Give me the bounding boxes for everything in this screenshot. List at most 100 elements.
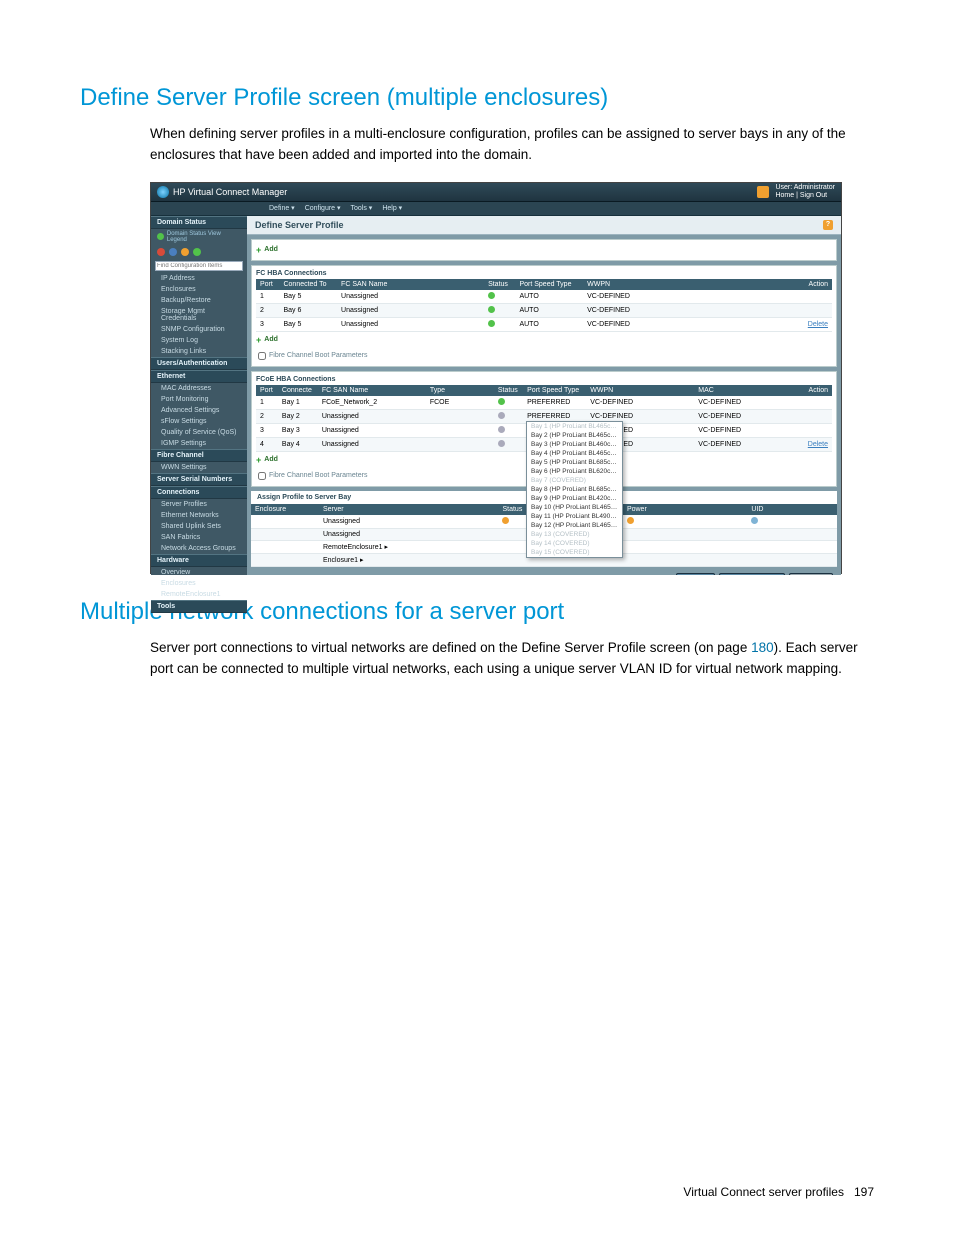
sidebar: Domain Status Domain Status View Legend …	[151, 216, 247, 575]
dropdown-option[interactable]: Bay 3 (HP ProLiant BL460c G7)	[527, 440, 622, 449]
user-info: User: Administrator Home | Sign Out	[775, 184, 835, 199]
fc-hba-title: FC HBA Connections	[256, 268, 832, 279]
sidebar-section-tools[interactable]: Tools	[151, 600, 247, 613]
sidebar-domain-status[interactable]: Domain Status	[151, 216, 247, 229]
sidebar-item[interactable]: Quality of Service (QoS)	[151, 427, 247, 438]
app-title: HP Virtual Connect Manager	[173, 187, 287, 197]
menu-help[interactable]: Help ▾	[382, 204, 402, 212]
dropdown-option[interactable]: Bay 9 (HP ProLiant BL420c Gen8)	[527, 494, 622, 503]
menu-configure[interactable]: Configure ▾	[305, 204, 341, 212]
dropdown-option[interactable]: Bay 10 (HP ProLiant BL465c Gen8)	[527, 503, 622, 512]
server-bay-dropdown[interactable]: Bay 1 (HP ProLiant BL465c Gen8)Bay 2 (HP…	[526, 421, 623, 558]
sidebar-status-icons	[151, 245, 247, 259]
sidebar-item[interactable]: MAC Addresses	[151, 383, 247, 394]
menu-define[interactable]: Define ▾	[269, 204, 295, 212]
sidebar-item[interactable]: WWN Settings	[151, 462, 247, 473]
dropdown-option[interactable]: Bay 11 (HP ProLiant BL490c G7)	[527, 512, 622, 521]
sidebar-item[interactable]: Backup/Restore	[151, 295, 247, 306]
dropdown-option[interactable]: Bay 4 (HP ProLiant BL465c Gen8)	[527, 449, 622, 458]
delete-link[interactable]: Delete	[808, 321, 828, 328]
page-footer: Virtual Connect server profiles 197	[683, 1185, 874, 1199]
section-para-1: When defining server profiles in a multi…	[150, 124, 874, 166]
fcoe-boot-checkbox[interactable]	[258, 472, 266, 480]
status-critical-icon	[157, 248, 165, 256]
screenshot-define-server-profile: HP Virtual Connect Manager User: Adminis…	[150, 182, 842, 574]
sidebar-item[interactable]: Stacking Links	[151, 346, 247, 357]
cancel-button[interactable]: Cancel	[789, 573, 833, 575]
table-row[interactable]: 3Bay 5UnassignedAUTOVC-DEFINEDDelete	[256, 317, 832, 331]
alert-icon[interactable]	[757, 186, 769, 198]
sidebar-item[interactable]: Shared Uplink Sets	[151, 521, 247, 532]
user-links[interactable]: Home | Sign Out	[775, 192, 835, 200]
section-para-2: Server port connections to virtual netwo…	[150, 638, 874, 680]
sidebar-legend-row[interactable]: Domain Status View Legend	[151, 229, 247, 245]
table-row[interactable]: 2Bay 6UnassignedAUTOVC-DEFINED	[256, 303, 832, 317]
dropdown-option[interactable]: Bay 12 (HP ProLiant BL465c Gen8)	[527, 521, 622, 530]
apply-button[interactable]: Apply	[676, 573, 716, 575]
sidebar-item[interactable]: sFlow Settings	[151, 416, 247, 427]
fc-add-button[interactable]: Add	[256, 332, 832, 348]
dropdown-option: Bay 13 (COVERED)	[527, 530, 622, 539]
sidebar-section-ethernet[interactable]: Ethernet	[151, 370, 247, 383]
dropdown-option[interactable]: Bay 5 (HP ProLiant BL685c G7)	[527, 458, 622, 467]
sidebar-item[interactable]: SNMP Configuration	[151, 324, 247, 335]
app-titlebar: HP Virtual Connect Manager User: Adminis…	[151, 183, 841, 202]
dropdown-option[interactable]: Bay 2 (HP ProLiant BL465c Gen8)	[527, 431, 622, 440]
apply-close-button[interactable]: Apply & Close	[719, 573, 785, 575]
fc-hba-table: PortConnected ToFC SAN NameStatusPort Sp…	[256, 279, 832, 332]
sidebar-item[interactable]: Server Profiles	[151, 499, 247, 510]
fc-boot-params-row[interactable]: Fibre Channel Boot Parameters	[256, 348, 832, 364]
fc-boot-checkbox[interactable]	[258, 352, 266, 360]
uid-icon	[751, 517, 758, 524]
dropdown-option: Bay 14 (COVERED)	[527, 539, 622, 548]
sidebar-item[interactable]: Overview	[151, 567, 247, 578]
delete-link[interactable]: Delete	[808, 441, 828, 448]
profile-name-panel: Add	[251, 239, 837, 261]
status-ok-icon-2	[193, 248, 201, 256]
sidebar-section-fc[interactable]: Fibre Channel	[151, 449, 247, 462]
hp-logo-icon	[157, 186, 169, 198]
sidebar-section-hardware[interactable]: Hardware	[151, 554, 247, 567]
page-ref-link[interactable]: 180	[751, 640, 774, 655]
app-menubar: Define ▾ Configure ▾ Tools ▾ Help ▾	[151, 202, 841, 216]
sidebar-search-input[interactable]	[155, 261, 243, 271]
sidebar-item[interactable]: Enclosures	[151, 284, 247, 295]
status-icon	[498, 398, 505, 405]
panel-title: Define Server Profile ?	[247, 216, 841, 235]
sidebar-item[interactable]: IGMP Settings	[151, 438, 247, 449]
dropdown-option: Bay 1 (HP ProLiant BL465c Gen8)	[527, 422, 622, 431]
sidebar-section-users[interactable]: Users/Authentication	[151, 357, 247, 370]
sidebar-item[interactable]: Enclosures	[151, 578, 247, 589]
table-row[interactable]: 1Bay 5UnassignedAUTOVC-DEFINED	[256, 290, 832, 304]
status-icon	[502, 517, 509, 524]
status-icon	[488, 320, 495, 327]
status-info-icon	[169, 248, 177, 256]
dropdown-option[interactable]: Bay 8 (HP ProLiant BL685c G7)	[527, 485, 622, 494]
sidebar-item[interactable]: Ethernet Networks	[151, 510, 247, 521]
status-icon	[498, 440, 505, 447]
fc-hba-panel: FC HBA Connections PortConnected ToFC SA…	[251, 265, 837, 367]
table-row[interactable]: 1Bay 1FCoE_Network_2FCOEPREFERREDVC-DEFI…	[256, 396, 832, 410]
sidebar-item[interactable]: SAN Fabrics	[151, 532, 247, 543]
sidebar-item[interactable]: IP Address	[151, 273, 247, 284]
status-icon	[488, 292, 495, 299]
status-ok-icon	[157, 233, 164, 240]
add-profile-button[interactable]: Add	[256, 242, 832, 258]
dropdown-option[interactable]: Bay 6 (HP ProLiant BL620c G7)	[527, 467, 622, 476]
sidebar-item[interactable]: RemoteEnclosure1	[151, 589, 247, 600]
sidebar-item[interactable]: System Log	[151, 335, 247, 346]
help-icon[interactable]: ?	[823, 220, 833, 230]
sidebar-item[interactable]: Network Access Groups	[151, 543, 247, 554]
fcoe-hba-title: FCoE HBA Connections	[256, 374, 832, 385]
section-heading-1: Define Server Profile screen (multiple e…	[80, 84, 874, 112]
status-icon	[498, 412, 505, 419]
sidebar-item[interactable]: Storage Mgmt Credentials	[151, 306, 247, 324]
menu-tools[interactable]: Tools ▾	[351, 204, 373, 212]
sidebar-item[interactable]: Port Monitoring	[151, 394, 247, 405]
sidebar-item[interactable]: Advanced Settings	[151, 405, 247, 416]
sidebar-section-ssn[interactable]: Server Serial Numbers	[151, 473, 247, 486]
sidebar-section-connections[interactable]: Connections	[151, 486, 247, 499]
status-icon	[498, 426, 505, 433]
dropdown-option: Bay 7 (COVERED)	[527, 476, 622, 485]
button-row: Apply Apply & Close Cancel	[247, 567, 841, 575]
